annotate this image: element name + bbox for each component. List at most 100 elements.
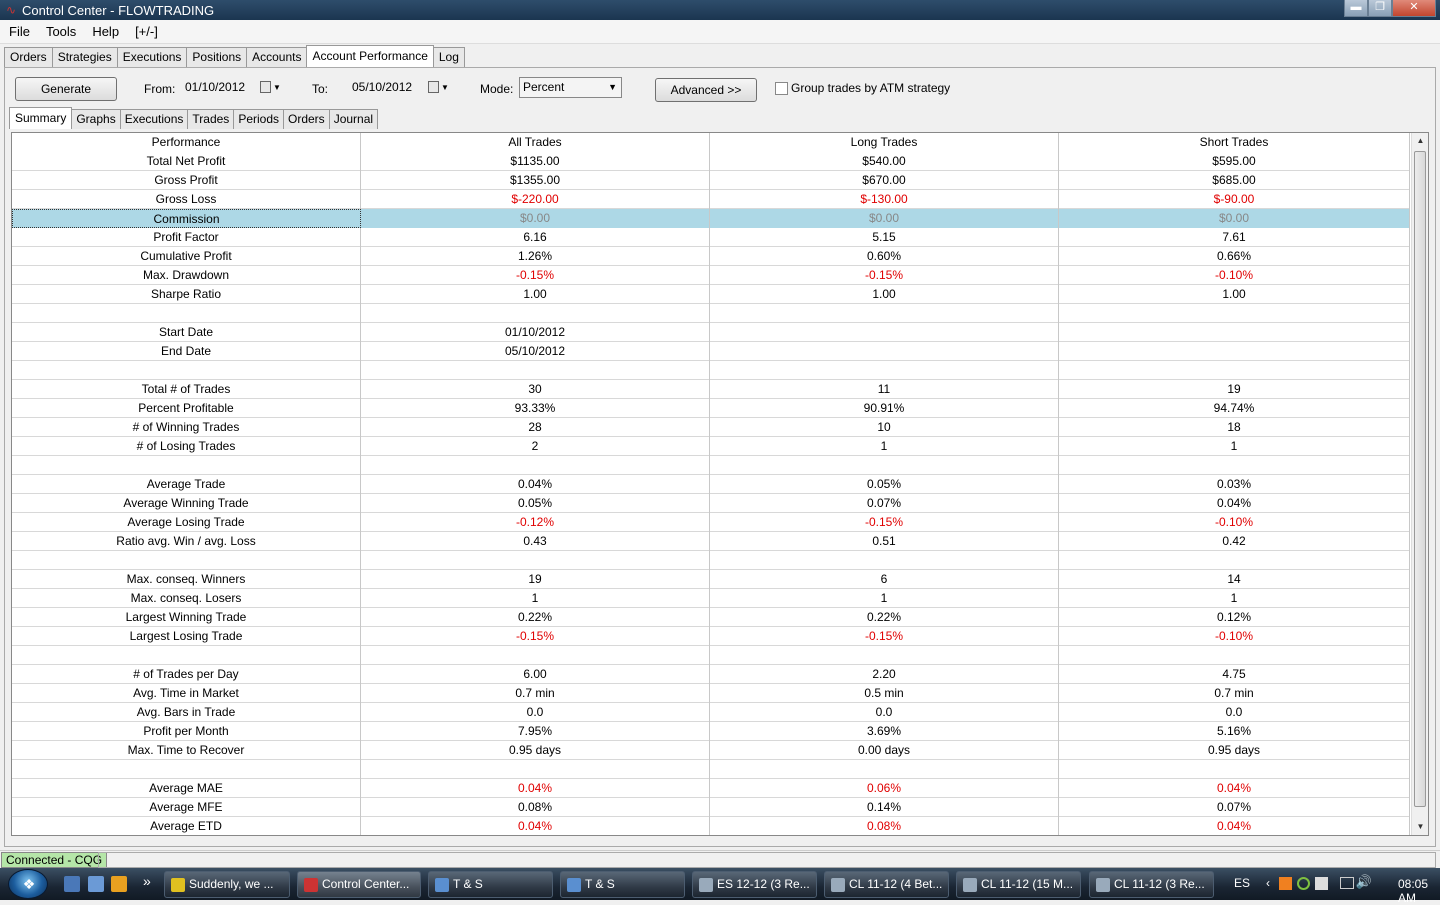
table-row[interactable]: Average MAE 0.04% 0.06% 0.04% xyxy=(12,779,1410,798)
tray-expand-icon[interactable]: ‹ xyxy=(1266,876,1270,890)
table-row[interactable]: Commission $0.00 $0.00 $0.00 xyxy=(12,209,1410,228)
table-row[interactable]: Avg. Time in Market 0.7 min 0.5 min 0.7 min xyxy=(12,684,1410,703)
scroll-up-icon[interactable]: ▲ xyxy=(1412,133,1428,149)
tab-periods[interactable]: Periods xyxy=(233,109,284,129)
menu-help[interactable]: Help xyxy=(85,24,126,39)
tab-summary[interactable]: Summary xyxy=(9,107,73,129)
taskbar-button[interactable]: Suddenly, we ... xyxy=(164,871,290,898)
table-row[interactable]: Max. conseq. Winners 19 6 14 xyxy=(12,570,1410,589)
column-header[interactable]: All Trades xyxy=(361,133,710,152)
taskbar-button[interactable]: CL 11-12 (3 Re... xyxy=(1089,871,1214,898)
calendar-icon[interactable] xyxy=(428,81,439,93)
table-row[interactable]: Avg. Bars in Trade 0.0 0.0 0.0 xyxy=(12,703,1410,722)
tab-executions[interactable]: Executions xyxy=(116,47,188,68)
explorer-icon[interactable] xyxy=(88,876,104,892)
tab-accounts[interactable]: Accounts xyxy=(246,47,308,68)
minimize-button[interactable]: ▬ xyxy=(1344,0,1368,17)
table-row[interactable]: Max. Time to Recover 0.95 days 0.00 days 0.… xyxy=(12,741,1410,760)
table-row[interactable]: End Date 05/10/2012 xyxy=(12,342,1410,361)
table-row[interactable]: Start Date 01/10/2012 xyxy=(12,323,1410,342)
show-desktop-icon[interactable] xyxy=(64,876,80,892)
taskbar-button[interactable]: CL 11-12 (15 M... xyxy=(956,871,1081,898)
close-button[interactable]: ✕ xyxy=(1392,0,1436,17)
chevron-down-icon[interactable]: ▼ xyxy=(441,83,449,92)
column-header[interactable]: Long Trades xyxy=(710,133,1059,152)
menu-tools[interactable]: Tools xyxy=(39,24,83,39)
table-row[interactable] xyxy=(12,646,1410,665)
table-cell: 0.06% xyxy=(710,779,1059,798)
table-row[interactable]: Max. conseq. Losers 1 1 1 xyxy=(12,589,1410,608)
table-cell: -0.12% xyxy=(361,513,710,532)
tab-positions[interactable]: Positions xyxy=(186,47,248,68)
table-row[interactable] xyxy=(12,361,1410,380)
clock[interactable]: 08:05 AM xyxy=(1398,877,1428,905)
tab-orders[interactable]: Orders xyxy=(4,47,53,68)
taskbar-button[interactable]: ES 12-12 (3 Re... xyxy=(692,871,817,898)
table-row[interactable]: Total Net Profit $1135.00 $540.00 $595.00 xyxy=(12,152,1410,171)
table-row[interactable]: Percent Profitable 93.33% 90.91% 94.74% xyxy=(12,399,1410,418)
table-row[interactable] xyxy=(12,304,1410,323)
mode-select[interactable]: Percent ▼ xyxy=(519,77,622,98)
performance-grid[interactable]: Performance All Trades Long Trades Short… xyxy=(11,132,1429,836)
scrollbar-thumb[interactable] xyxy=(1414,151,1426,807)
tab-sub-executions[interactable]: Executions xyxy=(119,109,189,129)
taskbar-button[interactable]: Control Center... xyxy=(297,871,421,898)
tray-status-icon[interactable] xyxy=(1297,877,1310,890)
table-row[interactable]: Sharpe Ratio 1.00 1.00 1.00 xyxy=(12,285,1410,304)
table-row[interactable]: Average Winning Trade 0.05% 0.07% 0.04% xyxy=(12,494,1410,513)
table-cell: 6.16 xyxy=(361,228,710,247)
table-row[interactable] xyxy=(12,456,1410,475)
tab-account-performance[interactable]: Account Performance xyxy=(306,45,434,68)
table-row[interactable]: Average MFE 0.08% 0.14% 0.07% xyxy=(12,798,1410,817)
quicklaunch-more-icon[interactable]: » xyxy=(143,873,151,889)
table-row[interactable]: # of Winning Trades 28 10 18 xyxy=(12,418,1410,437)
table-row[interactable]: # of Trades per Day 6.00 2.20 4.75 xyxy=(12,665,1410,684)
taskbar-button-label: T & S xyxy=(585,877,615,891)
advanced-button[interactable]: Advanced >> xyxy=(655,78,757,102)
taskbar-button[interactable]: CL 11-12 (4 Bet... xyxy=(824,871,949,898)
table-row[interactable]: Cumulative Profit 1.26% 0.60% 0.66% xyxy=(12,247,1410,266)
table-row[interactable]: Gross Loss $-220.00 $-130.00 $-90.00 xyxy=(12,190,1410,209)
tray-app-icon[interactable] xyxy=(1279,877,1292,890)
column-header[interactable]: Performance xyxy=(12,133,361,152)
tab-strategies[interactable]: Strategies xyxy=(51,47,118,68)
window-titlebar[interactable]: ∿ Control Center - FLOWTRADING ▬ ❐ ✕ xyxy=(0,0,1440,20)
group-trades-checkbox[interactable] xyxy=(775,82,788,95)
table-row[interactable]: Profit Factor 6.16 5.15 7.61 xyxy=(12,228,1410,247)
tab-sub-orders[interactable]: Orders xyxy=(283,109,330,129)
menu-file[interactable]: File xyxy=(2,24,37,39)
table-row[interactable]: # of Losing Trades 2 1 1 xyxy=(12,437,1410,456)
table-row[interactable]: Largest Losing Trade -0.15% -0.15% -0.10% xyxy=(12,627,1410,646)
tab-graphs[interactable]: Graphs xyxy=(71,109,121,129)
table-row[interactable]: Max. Drawdown -0.15% -0.15% -0.10% xyxy=(12,266,1410,285)
outlook-icon[interactable] xyxy=(111,876,127,892)
tab-trades[interactable]: Trades xyxy=(187,109,235,129)
table-row[interactable]: Average Trade 0.04% 0.05% 0.03% xyxy=(12,475,1410,494)
taskbar-button[interactable]: T & S xyxy=(560,871,685,898)
table-row[interactable] xyxy=(12,551,1410,570)
volume-icon[interactable]: 🔊 xyxy=(1356,874,1372,890)
network-icon[interactable] xyxy=(1340,877,1354,889)
tray-tool-icon[interactable] xyxy=(1315,877,1328,890)
chevron-down-icon[interactable]: ▼ xyxy=(273,83,281,92)
tab-log[interactable]: Log xyxy=(432,47,465,68)
table-row[interactable]: Gross Profit $1355.00 $670.00 $685.00 xyxy=(12,171,1410,190)
language-indicator[interactable]: ES xyxy=(1234,876,1250,890)
start-button[interactable]: ❖ xyxy=(8,869,48,899)
vertical-scrollbar[interactable]: ▲ ▼ xyxy=(1411,133,1428,835)
table-row[interactable]: Ratio avg. Win / avg. Loss 0.43 0.51 0.42 xyxy=(12,532,1410,551)
table-row[interactable]: Profit per Month 7.95% 3.69% 5.16% xyxy=(12,722,1410,741)
table-row[interactable]: Average Losing Trade -0.12% -0.15% -0.10% xyxy=(12,513,1410,532)
tab-journal[interactable]: Journal xyxy=(328,109,379,129)
column-header[interactable]: Short Trades xyxy=(1059,133,1410,152)
maximize-button[interactable]: ❐ xyxy=(1368,0,1392,17)
calendar-icon[interactable] xyxy=(260,81,271,93)
scroll-down-icon[interactable]: ▼ xyxy=(1412,819,1428,835)
table-row[interactable]: Total # of Trades 30 11 19 xyxy=(12,380,1410,399)
taskbar-button[interactable]: T & S xyxy=(428,871,553,898)
table-row[interactable]: Largest Winning Trade 0.22% 0.22% 0.12% xyxy=(12,608,1410,627)
menu-toggle[interactable]: [+/-] xyxy=(128,24,165,39)
table-row[interactable]: Average ETD 0.04% 0.08% 0.04% xyxy=(12,817,1410,835)
table-row[interactable] xyxy=(12,760,1410,779)
generate-button[interactable]: Generate xyxy=(15,77,117,101)
